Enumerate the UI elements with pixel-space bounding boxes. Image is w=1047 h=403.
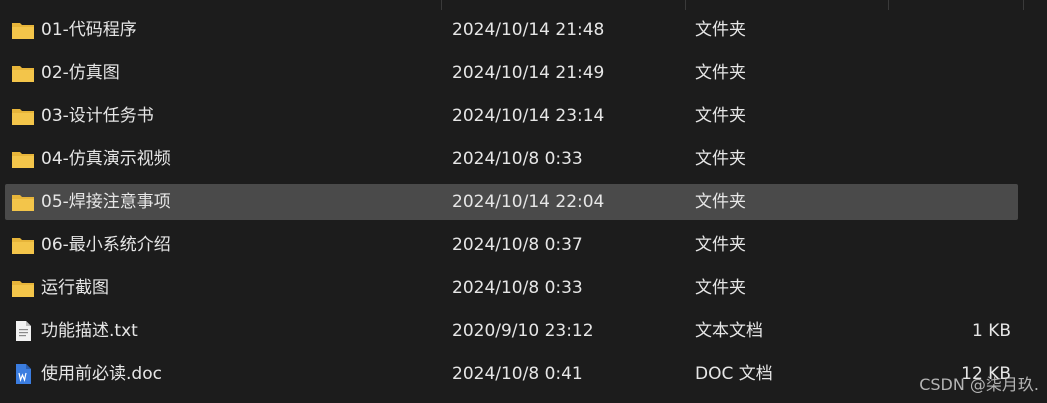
folder-icon bbox=[12, 23, 34, 39]
file-name: 02-仿真图 bbox=[41, 63, 120, 83]
file-type: 文件夹 bbox=[695, 63, 746, 83]
list-item[interactable]: 02-仿真图 2024/10/14 21:49 文件夹 bbox=[5, 55, 1018, 91]
file-name: 功能描述.txt bbox=[41, 321, 138, 341]
folder-icon bbox=[12, 109, 34, 125]
file-date: 2024/10/14 23:14 bbox=[452, 106, 605, 126]
text-file-icon bbox=[16, 321, 31, 341]
file-date: 2020/9/10 23:12 bbox=[452, 321, 594, 341]
file-date: 2024/10/8 0:33 bbox=[452, 278, 583, 298]
column-divider[interactable] bbox=[888, 0, 889, 10]
file-name: 使用前必读.doc bbox=[41, 364, 162, 384]
file-date: 2024/10/8 0:37 bbox=[452, 235, 583, 255]
file-type: 文本文档 bbox=[695, 321, 763, 341]
file-name: 04-仿真演示视频 bbox=[41, 149, 171, 169]
list-item[interactable]: 04-仿真演示视频 2024/10/8 0:33 文件夹 bbox=[5, 141, 1018, 177]
file-type: 文件夹 bbox=[695, 106, 746, 126]
list-item-selected[interactable]: 05-焊接注意事项 2024/10/14 22:04 文件夹 bbox=[5, 184, 1018, 220]
list-item[interactable]: 01-代码程序 2024/10/14 21:48 文件夹 bbox=[5, 12, 1018, 48]
folder-icon bbox=[12, 66, 34, 82]
column-divider[interactable] bbox=[441, 0, 442, 10]
file-name: 03-设计任务书 bbox=[41, 106, 154, 126]
file-date: 2024/10/8 0:33 bbox=[452, 149, 583, 169]
folder-icon bbox=[12, 152, 34, 168]
list-item[interactable]: 03-设计任务书 2024/10/14 23:14 文件夹 bbox=[5, 98, 1018, 134]
folder-icon bbox=[12, 195, 34, 211]
list-item[interactable]: 06-最小系统介绍 2024/10/8 0:37 文件夹 bbox=[5, 227, 1018, 263]
file-date: 2024/10/14 21:48 bbox=[452, 20, 605, 40]
file-type: 文件夹 bbox=[695, 278, 746, 298]
file-name: 01-代码程序 bbox=[41, 20, 137, 40]
watermark: CSDN @柒月玖. bbox=[919, 375, 1039, 394]
column-divider[interactable] bbox=[685, 0, 686, 10]
word-doc-icon bbox=[16, 364, 31, 384]
file-date: 2024/10/14 22:04 bbox=[452, 192, 605, 212]
list-item[interactable]: 运行截图 2024/10/8 0:33 文件夹 bbox=[5, 270, 1018, 306]
list-item[interactable]: 使用前必读.doc 2024/10/8 0:41 DOC 文档 12 KB bbox=[5, 356, 1018, 392]
file-date: 2024/10/8 0:41 bbox=[452, 364, 583, 384]
file-type: 文件夹 bbox=[695, 20, 746, 40]
file-size: 1 KB bbox=[971, 321, 1011, 341]
file-type: DOC 文档 bbox=[695, 364, 773, 384]
folder-icon bbox=[12, 238, 34, 254]
file-type: 文件夹 bbox=[695, 149, 746, 169]
file-date: 2024/10/14 21:49 bbox=[452, 63, 605, 83]
file-type: 文件夹 bbox=[695, 192, 746, 212]
list-item[interactable]: 功能描述.txt 2020/9/10 23:12 文本文档 1 KB bbox=[5, 313, 1018, 349]
file-type: 文件夹 bbox=[695, 235, 746, 255]
file-list: 01-代码程序 2024/10/14 21:48 文件夹 02-仿真图 2024… bbox=[0, 0, 1047, 403]
folder-icon bbox=[12, 281, 34, 297]
file-name: 05-焊接注意事项 bbox=[41, 192, 171, 212]
file-name: 运行截图 bbox=[41, 278, 109, 298]
column-divider[interactable] bbox=[1023, 0, 1024, 10]
file-name: 06-最小系统介绍 bbox=[41, 235, 171, 255]
